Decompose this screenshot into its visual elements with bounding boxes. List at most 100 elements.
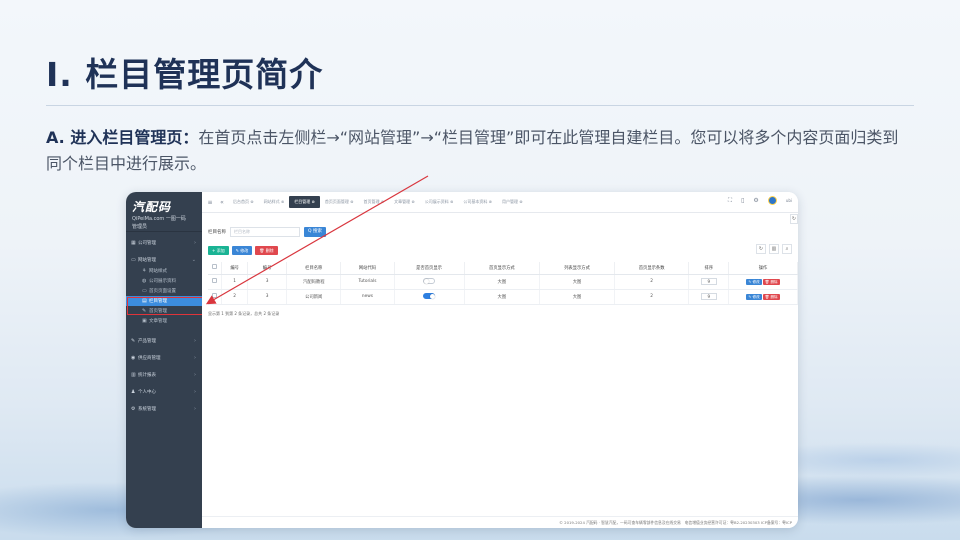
select-all[interactable] xyxy=(208,262,223,275)
edit-button[interactable]: ✎ 修改 xyxy=(231,246,253,255)
home-display-toggle[interactable] xyxy=(423,293,436,300)
description: A. 进入栏目管理页：在首页点击左侧栏→“网站管理”→“栏目管理”即可在此管理自… xyxy=(46,125,906,177)
sort-input[interactable]: 9 xyxy=(700,278,717,285)
sidebar-item-products[interactable]: ✎ 产品管理 › xyxy=(126,334,202,347)
column-table: 编号 编号 栏目名称 网站代码 是否首页显示 首页显示方式 列表显示方式 首页显… xyxy=(208,262,798,305)
table-row[interactable]: 1 3 汽配码教程 Tutorials 大图 大图 2 9 ✎ 修改 🗑 删除 xyxy=(208,274,798,290)
tab[interactable]: 首页页面管理 ⊗ xyxy=(320,196,359,208)
subitem-label: 网站样式 xyxy=(149,269,167,274)
cell-number: 3 xyxy=(247,289,288,305)
logo-user: 管理员 xyxy=(132,224,148,230)
sidebar-item-website[interactable]: ▭ 网站管理 ⌄ xyxy=(126,253,202,266)
cell-id: 2 xyxy=(221,289,248,305)
table-header: 编号 编号 栏目名称 网站代码 是否首页显示 首页显示方式 列表显示方式 首页显… xyxy=(208,262,798,275)
search-label: 栏目名称 xyxy=(208,230,226,235)
subitem-label: 首页页面设置 xyxy=(149,289,176,294)
wrench-icon: ✎ xyxy=(131,337,136,344)
add-button[interactable]: + 添加 xyxy=(208,246,229,255)
home-display-toggle[interactable] xyxy=(423,278,436,285)
columns-icon[interactable]: ▥ xyxy=(769,244,779,254)
user-icon: ♟ xyxy=(131,388,136,395)
cell-number: 3 xyxy=(247,274,288,290)
fullscreen-icon[interactable]: ⛶ xyxy=(728,197,732,205)
sidebar-item-label: 公司管理 xyxy=(138,240,156,246)
refresh-icon[interactable]: ↻ xyxy=(790,214,798,224)
cell-home-toggle xyxy=(394,289,465,305)
checkbox[interactable] xyxy=(212,278,218,283)
row-edit-button[interactable]: ✎ 修改 xyxy=(746,278,762,285)
sidebar-item-system[interactable]: ⚙ 系统管理 › xyxy=(126,402,202,415)
refresh-icon[interactable]: ↻ xyxy=(756,244,766,254)
column-header[interactable]: 是否首页显示 xyxy=(394,262,465,275)
search-input[interactable]: 栏目名称 xyxy=(230,227,300,237)
subitem-label: 文章管理 xyxy=(149,319,167,324)
article-icon: ▣ xyxy=(142,318,147,324)
column-header[interactable]: 排序 xyxy=(688,262,730,275)
row-select[interactable] xyxy=(208,274,223,290)
table-row[interactable]: 2 3 公司新闻 news 大图 大图 2 9 ✎ 修改 🗑 删除 xyxy=(208,289,798,305)
sort-input[interactable]: 9 xyxy=(700,293,717,300)
sidebar-item-label: 系统管理 xyxy=(138,406,156,412)
column-header[interactable]: 列表显示方式 xyxy=(539,262,615,275)
chevron-right-icon: › xyxy=(194,239,196,246)
sidebar-item-label: 个人中心 xyxy=(138,389,156,395)
cell-ops: ✎ 修改 🗑 删除 xyxy=(728,289,798,305)
tab-active[interactable]: 栏目管理 ⊗ xyxy=(289,196,320,208)
delete-button[interactable]: 🗑 删除 xyxy=(255,246,278,255)
pagination-info: 显示第 1 到第 2 条记录，总共 2 条记录 xyxy=(208,311,280,316)
chevron-right-icon: › xyxy=(194,405,196,412)
tab[interactable]: 文章管理 ⊗ xyxy=(389,196,420,208)
document-icon[interactable]: ▯ xyxy=(741,197,744,204)
chevron-down-icon: ⌄ xyxy=(191,256,196,263)
sidebar-item-label: 供应商管理 xyxy=(138,355,161,361)
settings-icon[interactable]: ⚙ xyxy=(753,197,758,204)
checkbox[interactable] xyxy=(212,264,218,270)
cell-name: 汽配码教程 xyxy=(286,274,342,290)
description-lead: A. 进入栏目管理页： xyxy=(46,128,199,147)
search-button[interactable]: Q 搜索 xyxy=(304,227,326,237)
checkbox[interactable] xyxy=(212,293,218,298)
row-select[interactable] xyxy=(208,289,223,305)
tab[interactable]: 用户管理 ⊗ xyxy=(497,196,528,208)
highlight-box xyxy=(127,297,203,315)
table-tools: ↻ ▥ ⌕ xyxy=(756,244,792,254)
row-delete-button[interactable]: 🗑 删除 xyxy=(762,293,780,300)
subitem-home-layout[interactable]: ▭ 首页页面设置 xyxy=(126,286,202,296)
column-header[interactable]: 编号 xyxy=(247,262,288,275)
logo-sub: QiPeiMa.com 一图一码 xyxy=(132,216,186,222)
subitem-company-info[interactable]: ◍ 公司展示资料 xyxy=(126,276,202,286)
sidebar-item-company[interactable]: ▦ 公司管理 › xyxy=(126,236,202,249)
menu-toggle-icon[interactable]: ≡ xyxy=(204,199,216,206)
cell-list-mode: 大图 xyxy=(539,274,615,290)
cell-home-mode: 大图 xyxy=(464,289,541,305)
back-icon[interactable]: « xyxy=(216,199,228,206)
sidebar-item-profile[interactable]: ♟ 个人中心 › xyxy=(126,385,202,398)
column-header[interactable]: 首页显示条数 xyxy=(614,262,690,275)
sidebar-item-suppliers[interactable]: ◉ 供应商管理 › xyxy=(126,351,202,364)
column-header[interactable]: 编号 xyxy=(221,262,248,275)
username[interactable]: ubi xyxy=(786,198,792,203)
logo: 汽配码 QiPeiMa.com 一图一码 管理员 xyxy=(126,192,202,232)
column-header[interactable]: 栏目名称 xyxy=(286,262,342,275)
column-header[interactable]: 网站代码 xyxy=(340,262,395,275)
tab[interactable]: 首页管理 ⊗ xyxy=(359,196,390,208)
subitem-site-style[interactable]: ⚘ 网站样式 xyxy=(126,266,202,276)
column-header[interactable]: 首页显示方式 xyxy=(464,262,541,275)
chevron-right-icon: › xyxy=(194,388,196,395)
info-icon: ◍ xyxy=(142,278,147,284)
avatar[interactable] xyxy=(767,196,777,205)
tab[interactable]: 公司基本资料 ⊗ xyxy=(458,196,497,208)
tab[interactable]: 网站样式 ⊗ xyxy=(259,196,290,208)
tab[interactable]: 公司展示资料 ⊗ xyxy=(420,196,459,208)
sidebar-item-label: 产品管理 xyxy=(138,338,156,344)
main-panel: ≡ « 后台首页 ⊗ 网站样式 ⊗ 栏目管理 ⊗ 首页页面管理 ⊗ 首页管理 ⊗… xyxy=(202,192,798,528)
row-edit-button[interactable]: ✎ 修改 xyxy=(746,293,762,300)
tab[interactable]: 后台首页 ⊗ xyxy=(228,196,259,208)
title-divider xyxy=(46,105,914,106)
search-icon[interactable]: ⌕ xyxy=(782,244,792,254)
column-header: 操作 xyxy=(728,262,798,275)
sidebar-item-reports[interactable]: ▥ 统计报表 › xyxy=(126,368,202,381)
row-delete-button[interactable]: 🗑 删除 xyxy=(762,278,780,285)
cell-count: 2 xyxy=(614,274,690,290)
subitem-article-management[interactable]: ▣ 文章管理 xyxy=(126,316,202,326)
